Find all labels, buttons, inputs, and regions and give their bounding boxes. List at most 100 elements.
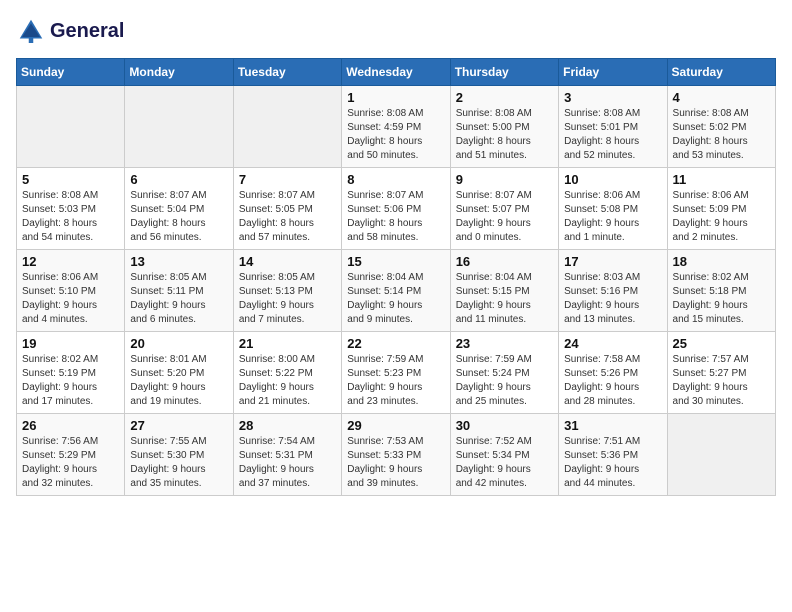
day-number: 5: [22, 172, 119, 187]
day-info: Sunrise: 7:58 AM Sunset: 5:26 PM Dayligh…: [564, 353, 661, 409]
day-number: 11: [673, 172, 770, 187]
calendar-cell: 19 Sunrise: 8:02 AM Sunset: 5:19 PM Dayli…: [17, 332, 125, 414]
day-info: Sunrise: 8:08 AM Sunset: 4:59 PM Dayligh…: [347, 107, 444, 163]
day-header-tuesday: Tuesday: [233, 59, 341, 86]
calendar-cell: 5Sunrise: 8:08 AM Sunset: 5:03 PM Daylig…: [17, 168, 125, 250]
day-number: 31: [564, 418, 661, 433]
calendar-cell: 17 Sunrise: 8:03 AM Sunset: 5:16 PM Dayli…: [559, 250, 667, 332]
day-info: Sunrise: 8:01 AM Sunset: 5:20 PM Dayligh…: [130, 353, 227, 409]
day-number: 16: [456, 254, 553, 269]
calendar-cell: 12 Sunrise: 8:06 AM Sunset: 5:10 PM Dayli…: [17, 250, 125, 332]
calendar-cell: 6 Sunrise: 8:07 AM Sunset: 5:04 PM Daylig…: [125, 168, 233, 250]
calendar-cell: 16 Sunrise: 8:04 AM Sunset: 5:15 PM Dayli…: [450, 250, 558, 332]
calendar-cell: 1Sunrise: 8:08 AM Sunset: 4:59 PM Daylig…: [342, 86, 450, 168]
day-number: 8: [347, 172, 444, 187]
day-number: 18: [673, 254, 770, 269]
day-header-thursday: Thursday: [450, 59, 558, 86]
day-number: 6: [130, 172, 227, 187]
day-info: Sunrise: 8:05 AM Sunset: 5:13 PM Dayligh…: [239, 271, 336, 327]
day-info: Sunrise: 8:07 AM Sunset: 5:04 PM Dayligh…: [130, 189, 227, 245]
day-info: Sunrise: 7:51 AM Sunset: 5:36 PM Dayligh…: [564, 435, 661, 491]
day-info: Sunrise: 7:53 AM Sunset: 5:33 PM Dayligh…: [347, 435, 444, 491]
day-number: 7: [239, 172, 336, 187]
day-header-friday: Friday: [559, 59, 667, 86]
calendar-cell: 24 Sunrise: 7:58 AM Sunset: 5:26 PM Dayli…: [559, 332, 667, 414]
day-info: Sunrise: 8:06 AM Sunset: 5:09 PM Dayligh…: [673, 189, 770, 245]
calendar-cell: [667, 414, 775, 496]
day-number: 27: [130, 418, 227, 433]
day-info: Sunrise: 8:07 AM Sunset: 5:07 PM Dayligh…: [456, 189, 553, 245]
calendar-cell: 23Sunrise: 7:59 AM Sunset: 5:24 PM Dayli…: [450, 332, 558, 414]
day-number: 2: [456, 90, 553, 105]
calendar-cell: 11 Sunrise: 8:06 AM Sunset: 5:09 PM Dayli…: [667, 168, 775, 250]
day-number: 17: [564, 254, 661, 269]
day-number: 12: [22, 254, 119, 269]
calendar-cell: [17, 86, 125, 168]
day-number: 15: [347, 254, 444, 269]
day-number: 19: [22, 336, 119, 351]
day-number: 13: [130, 254, 227, 269]
day-number: 28: [239, 418, 336, 433]
calendar-cell: 31 Sunrise: 7:51 AM Sunset: 5:36 PM Dayli…: [559, 414, 667, 496]
calendar-cell: 21Sunrise: 8:00 AM Sunset: 5:22 PM Dayli…: [233, 332, 341, 414]
day-info: Sunrise: 8:08 AM Sunset: 5:00 PM Dayligh…: [456, 107, 553, 163]
calendar-cell: 3 Sunrise: 8:08 AM Sunset: 5:01 PM Daylig…: [559, 86, 667, 168]
day-info: Sunrise: 8:05 AM Sunset: 5:11 PM Dayligh…: [130, 271, 227, 327]
calendar-cell: 9 Sunrise: 8:07 AM Sunset: 5:07 PM Daylig…: [450, 168, 558, 250]
calendar-cell: 14 Sunrise: 8:05 AM Sunset: 5:13 PM Dayli…: [233, 250, 341, 332]
day-number: 26: [22, 418, 119, 433]
day-info: Sunrise: 8:06 AM Sunset: 5:08 PM Dayligh…: [564, 189, 661, 245]
day-info: Sunrise: 7:56 AM Sunset: 5:29 PM Dayligh…: [22, 435, 119, 491]
day-info: Sunrise: 7:54 AM Sunset: 5:31 PM Dayligh…: [239, 435, 336, 491]
day-info: Sunrise: 8:08 AM Sunset: 5:02 PM Dayligh…: [673, 107, 770, 163]
calendar-cell: 10 Sunrise: 8:06 AM Sunset: 5:08 PM Dayli…: [559, 168, 667, 250]
day-info: Sunrise: 8:07 AM Sunset: 5:05 PM Dayligh…: [239, 189, 336, 245]
day-info: Sunrise: 8:04 AM Sunset: 5:14 PM Dayligh…: [347, 271, 444, 327]
calendar-week-4: 19 Sunrise: 8:02 AM Sunset: 5:19 PM Dayli…: [17, 332, 776, 414]
logo-icon: [16, 16, 46, 46]
calendar-cell: 22Sunrise: 7:59 AM Sunset: 5:23 PM Dayli…: [342, 332, 450, 414]
day-info: Sunrise: 8:00 AM Sunset: 5:22 PM Dayligh…: [239, 353, 336, 409]
calendar-cell: 15 Sunrise: 8:04 AM Sunset: 5:14 PM Dayli…: [342, 250, 450, 332]
calendar-cell: [233, 86, 341, 168]
day-info: Sunrise: 8:06 AM Sunset: 5:10 PM Dayligh…: [22, 271, 119, 327]
day-info: Sunrise: 8:04 AM Sunset: 5:15 PM Dayligh…: [456, 271, 553, 327]
day-header-monday: Monday: [125, 59, 233, 86]
day-info: Sunrise: 8:03 AM Sunset: 5:16 PM Dayligh…: [564, 271, 661, 327]
calendar-cell: 28 Sunrise: 7:54 AM Sunset: 5:31 PM Dayli…: [233, 414, 341, 496]
calendar-week-5: 26 Sunrise: 7:56 AM Sunset: 5:29 PM Dayli…: [17, 414, 776, 496]
logo: General: [16, 16, 124, 46]
day-info: Sunrise: 7:55 AM Sunset: 5:30 PM Dayligh…: [130, 435, 227, 491]
calendar-cell: 7 Sunrise: 8:07 AM Sunset: 5:05 PM Daylig…: [233, 168, 341, 250]
page-header: General: [16, 16, 776, 46]
day-header-saturday: Saturday: [667, 59, 775, 86]
day-header-wednesday: Wednesday: [342, 59, 450, 86]
day-number: 10: [564, 172, 661, 187]
calendar-cell: 27 Sunrise: 7:55 AM Sunset: 5:30 PM Dayli…: [125, 414, 233, 496]
day-number: 24: [564, 336, 661, 351]
day-info: Sunrise: 7:52 AM Sunset: 5:34 PM Dayligh…: [456, 435, 553, 491]
day-info: Sunrise: 8:07 AM Sunset: 5:06 PM Dayligh…: [347, 189, 444, 245]
day-info: Sunrise: 7:59 AM Sunset: 5:23 PM Dayligh…: [347, 353, 444, 409]
day-number: 14: [239, 254, 336, 269]
day-number: 3: [564, 90, 661, 105]
calendar-week-1: 1Sunrise: 8:08 AM Sunset: 4:59 PM Daylig…: [17, 86, 776, 168]
day-number: 23: [456, 336, 553, 351]
calendar-body: 1Sunrise: 8:08 AM Sunset: 4:59 PM Daylig…: [17, 86, 776, 496]
calendar-cell: 4 Sunrise: 8:08 AM Sunset: 5:02 PM Daylig…: [667, 86, 775, 168]
day-info: Sunrise: 8:08 AM Sunset: 5:01 PM Dayligh…: [564, 107, 661, 163]
calendar-cell: 30Sunrise: 7:52 AM Sunset: 5:34 PM Dayli…: [450, 414, 558, 496]
logo-text: General: [50, 20, 124, 42]
calendar-week-3: 12 Sunrise: 8:06 AM Sunset: 5:10 PM Dayli…: [17, 250, 776, 332]
calendar-cell: [125, 86, 233, 168]
calendar-cell: 8 Sunrise: 8:07 AM Sunset: 5:06 PM Daylig…: [342, 168, 450, 250]
calendar-cell: 26 Sunrise: 7:56 AM Sunset: 5:29 PM Dayli…: [17, 414, 125, 496]
calendar-week-2: 5Sunrise: 8:08 AM Sunset: 5:03 PM Daylig…: [17, 168, 776, 250]
day-number: 29: [347, 418, 444, 433]
day-number: 9: [456, 172, 553, 187]
day-number: 4: [673, 90, 770, 105]
calendar-cell: 25Sunrise: 7:57 AM Sunset: 5:27 PM Dayli…: [667, 332, 775, 414]
calendar-cell: 2 Sunrise: 8:08 AM Sunset: 5:00 PM Daylig…: [450, 86, 558, 168]
day-info: Sunrise: 8:02 AM Sunset: 5:19 PM Dayligh…: [22, 353, 119, 409]
day-info: Sunrise: 7:57 AM Sunset: 5:27 PM Dayligh…: [673, 353, 770, 409]
